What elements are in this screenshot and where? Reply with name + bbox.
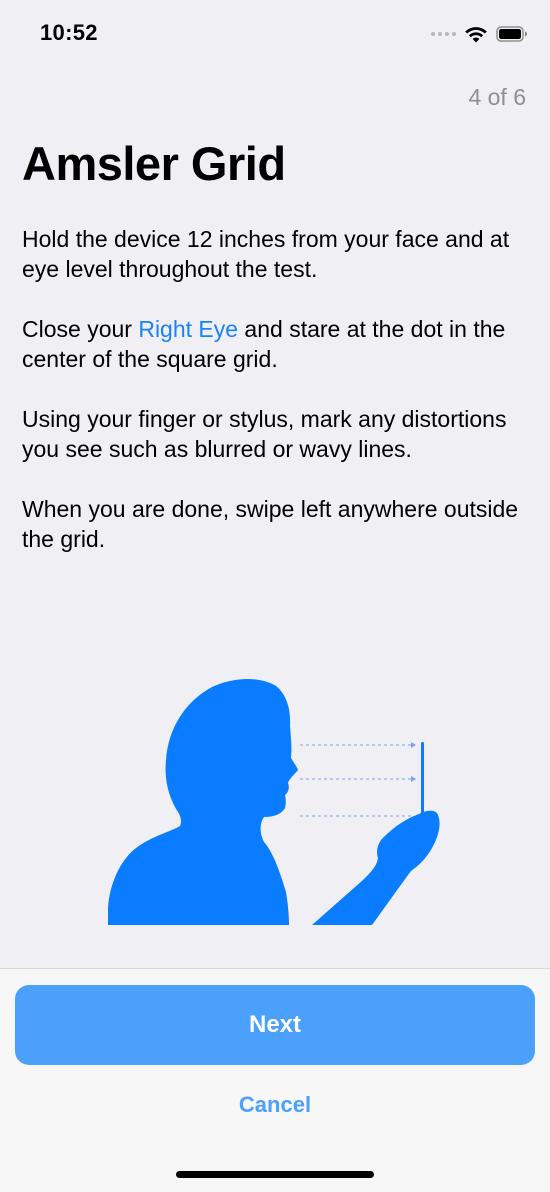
step-counter: 4 of 6 [468,84,526,110]
instruction-finish: When you are done, swipe left anywhere o… [22,496,519,552]
device-icon [421,742,424,818]
status-bar: 10:52 [0,0,550,70]
sight-line-arrows [411,742,416,782]
cellular-signal-icon [431,32,456,36]
status-icons [431,22,528,46]
wifi-icon [465,27,487,43]
battery-icon [496,26,527,42]
status-time: 10:52 [40,20,98,45]
person-silhouette [108,678,298,925]
instruction-distance: Hold the device 12 inches from your face… [22,226,510,282]
eye-highlight: Right Eye [138,316,239,342]
home-indicator[interactable] [176,1171,374,1178]
instructions: Hold the device 12 inches from your face… [22,224,532,584]
instruction-close-eye: Close your Right Eye and stare at the do… [22,314,532,374]
instruction-mark-distortions: Using your finger or stylus, mark any di… [22,406,507,462]
hand-arm-silhouette [312,810,440,925]
sight-lines [300,744,411,817]
person-holding-device-illustration [108,678,440,925]
next-button[interactable]: Next [15,985,535,1065]
cancel-button[interactable]: Cancel [175,1085,375,1125]
bottom-action-panel: Next Cancel [0,968,550,1192]
page-title: Amsler Grid [22,137,286,190]
instruction-close-eye-prefix: Close your [22,316,139,342]
